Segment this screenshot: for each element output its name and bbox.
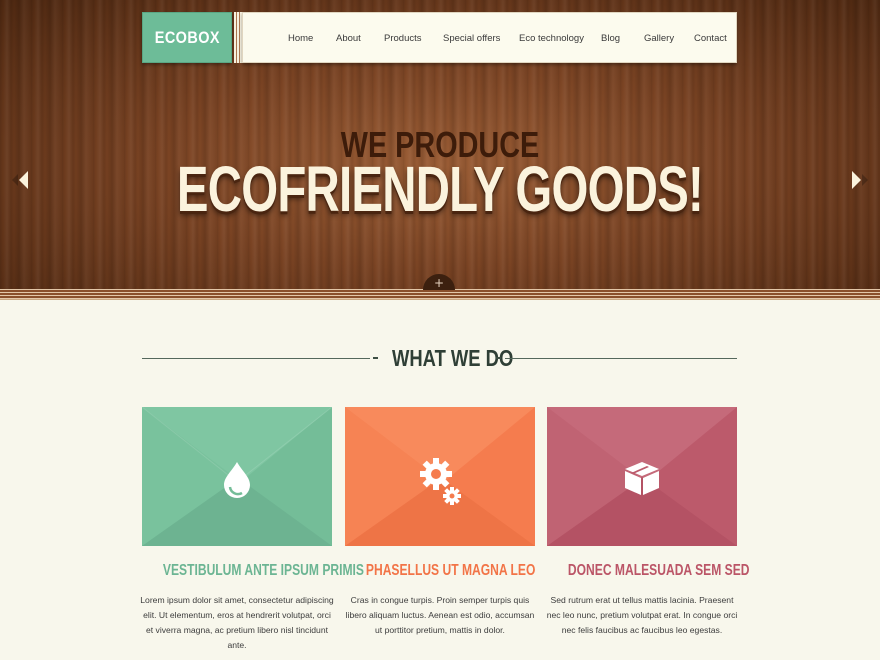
feature-card-1-title: VESTIBULUM ANTE IPSUM PRIMIS: [162, 562, 364, 579]
arrow-left-icon: [12, 171, 28, 189]
arrow-right-icon: [852, 171, 868, 189]
feature-card-3-text: Sed rutrum erat ut tellus mattis lacinia…: [546, 595, 738, 635]
nav-item-contact[interactable]: Contact: [694, 13, 727, 64]
section-title: WHAT WE DO: [392, 345, 514, 371]
nav-item-special-offers[interactable]: Special offers: [443, 13, 500, 64]
feature-card-2-text: Cras in congue turpis. Proin semper turp…: [345, 595, 535, 635]
feature-card-1[interactable]: [142, 407, 332, 546]
hero-heading: ECOFRIENDLY GOODS!: [176, 153, 704, 225]
nav-item-blog[interactable]: Blog: [601, 13, 620, 64]
feature-card-1-text: Lorem ipsum dolor sit amet, consectetur …: [140, 595, 334, 650]
logo-separator: [234, 12, 242, 63]
section-rule-right: [505, 358, 737, 359]
feature-card-2[interactable]: [345, 407, 535, 546]
hero-divider: [0, 289, 880, 300]
section-rule-dot-right: [496, 357, 501, 359]
feature-card-3[interactable]: [547, 407, 737, 546]
section-rule-left: [142, 358, 370, 359]
box-icon: [625, 462, 659, 495]
nav-item-about[interactable]: About: [336, 13, 361, 64]
nav-item-products[interactable]: Products: [384, 13, 422, 64]
main-nav: Home About Products Special offers Eco t…: [242, 12, 737, 63]
slider-prev-button[interactable]: [10, 170, 30, 190]
nav-item-gallery[interactable]: Gallery: [644, 13, 674, 64]
nav-item-home[interactable]: Home: [288, 13, 313, 64]
section-rule-dot-left: [373, 357, 378, 359]
water-drop-icon: [224, 462, 250, 498]
feature-card-2-title: PHASELLUS UT MAGNA LEO: [365, 562, 536, 579]
feature-card-3-title: DONEC MALESUADA SEM SED: [567, 562, 750, 579]
logo-text: ECOBOX: [154, 27, 220, 47]
gears-icon: [420, 458, 461, 505]
nav-item-eco-technology[interactable]: Eco technology: [519, 13, 584, 64]
slider-next-button[interactable]: [850, 170, 870, 190]
logo[interactable]: ECOBOX: [142, 12, 232, 63]
